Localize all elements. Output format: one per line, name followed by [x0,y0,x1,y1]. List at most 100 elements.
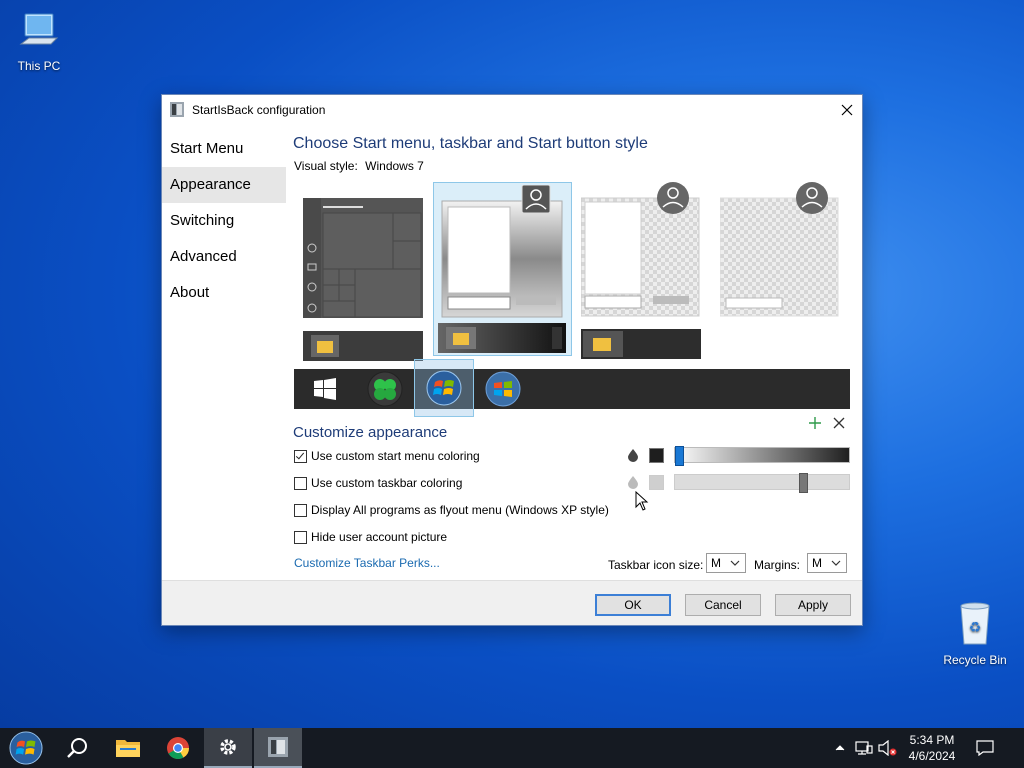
app-icon [170,102,184,117]
add-button[interactable] [807,415,823,431]
search-button[interactable] [54,728,102,768]
start-menu-preview-windows10 [303,198,423,318]
option-custom-taskbar-coloring[interactable]: Use custom taskbar coloring [294,476,462,490]
remove-button[interactable] [831,415,847,431]
option-custom-start-menu-coloring[interactable]: Use custom start menu coloring [294,449,480,463]
network-icon [855,741,873,755]
file-explorer-button[interactable] [104,728,152,768]
clock-date: 4/6/2024 [908,749,956,763]
chrome-button[interactable] [154,728,202,768]
start-menu-color-swatch[interactable] [649,448,664,463]
checkbox-checked[interactable] [294,449,307,463]
start-button-option-windows8[interactable] [474,369,532,409]
checkbox-unchecked[interactable] [294,503,307,517]
close-button[interactable] [832,95,862,125]
x-icon [833,417,845,429]
clock[interactable]: 5:34 PM 4/6/2024 [902,732,962,764]
action-center-button[interactable] [970,728,1000,768]
search-icon [67,738,87,758]
droplet-icon [628,476,638,489]
plus-icon [809,417,821,429]
desktop-icon-label: This PC [17,59,61,73]
option-hide-account-picture[interactable]: Hide user account picture [294,530,447,544]
desktop-icon-recycle-bin[interactable]: ♻ Recycle Bin [940,600,1010,667]
start-button-option-windows10[interactable] [296,369,354,409]
startisback-config-button[interactable] [254,728,302,768]
desktop-icon-label: Recycle Bin [943,653,1007,667]
nav-item-appearance[interactable]: Appearance [162,167,286,203]
sidebar-nav: Start Menu Appearance Switching Advanced… [162,131,286,311]
nav-item-about[interactable]: About [162,275,286,311]
close-icon [841,104,853,116]
start-button-option-clover[interactable] [356,369,414,409]
folder-icon [116,740,140,757]
visual-style-label: Visual style: [294,159,358,173]
option-label: Display All programs as flyout menu (Win… [311,503,609,517]
option-flyout-all-programs[interactable]: Display All programs as flyout menu (Win… [294,503,609,517]
style-thumb-windows7[interactable] [433,182,572,356]
taskbar-preview-windows8 [581,329,701,359]
title-bar[interactable]: StartIsBack configuration [162,95,862,125]
apply-button[interactable]: Apply [775,594,851,616]
margins-select[interactable]: M [807,553,847,573]
nav-item-switching[interactable]: Switching [162,203,286,239]
ok-button[interactable]: OK [595,594,671,616]
mouse-cursor-icon [635,491,649,511]
style-thumb-windows10[interactable] [303,198,423,361]
windows7-orb-icon [9,731,43,765]
taskbar-color-swatch[interactable] [649,475,664,490]
customize-taskbar-perks-link[interactable]: Customize Taskbar Perks... [294,556,440,570]
config-window: StartIsBack configuration Start Menu App… [161,94,863,626]
settings-button[interactable] [204,728,252,768]
app-icon [268,737,288,757]
clock-time: 5:34 PM [909,733,955,747]
dialog-footer: OK Cancel Apply [162,580,862,625]
select-value: M [711,556,721,570]
visual-style-row: Visual style: Windows 7 [294,159,424,173]
style-heading: Choose Start menu, taskbar and Start but… [293,135,648,152]
windows-orb-icon [485,371,521,407]
slider-thumb[interactable] [799,473,808,493]
select-value: M [812,556,822,570]
notification-icon [976,740,994,756]
taskbar-transparency-slider[interactable] [674,473,850,493]
window-title: StartIsBack configuration [192,103,326,117]
checkbox-unchecked[interactable] [294,476,307,490]
style-thumb-transparent[interactable] [719,182,842,322]
chevron-down-icon [730,560,740,566]
chrome-icon [167,737,189,759]
start-menu-preview-windows8 [580,182,700,317]
icon-size-select[interactable]: M [706,553,746,573]
taskbar-preview-windows10 [303,331,423,361]
option-label: Use custom taskbar coloring [311,476,463,490]
checkbox-unchecked[interactable] [294,530,307,544]
cancel-button[interactable]: Cancel [685,594,761,616]
nav-item-start-menu[interactable]: Start Menu [162,131,286,167]
taskbar-preview-windows7 [438,323,566,353]
volume-button[interactable] [876,728,900,768]
windows7-orb-icon [426,370,462,406]
customize-heading: Customize appearance [293,424,448,441]
option-label: Hide user account picture [311,530,448,544]
style-thumb-windows8[interactable] [580,182,703,359]
visual-style-value: Windows 7 [365,159,424,173]
svg-text:♻: ♻ [969,620,982,636]
chevron-up-icon [835,745,845,751]
option-label: Use custom start menu coloring [311,449,480,463]
taskbar: 5:34 PM 4/6/2024 [0,728,1024,768]
start-menu-preview-transparent [719,182,839,317]
start-button[interactable] [2,728,50,768]
start-button-strip [294,359,850,417]
slider-thumb[interactable] [675,446,684,466]
start-menu-transparency-slider[interactable] [674,446,850,466]
desktop-icon-this-pc[interactable]: This PC [4,10,74,73]
recycle-bin-icon: ♻ [960,602,990,645]
windows-logo-icon [314,378,336,400]
nav-item-advanced[interactable]: Advanced [162,239,286,275]
chevron-down-icon [831,560,841,566]
network-button[interactable] [852,728,876,768]
start-menu-preview-windows7 [441,185,563,318]
start-button-option-windows7[interactable] [414,359,474,417]
computer-icon [19,13,59,45]
show-hidden-icons-button[interactable] [830,728,850,768]
